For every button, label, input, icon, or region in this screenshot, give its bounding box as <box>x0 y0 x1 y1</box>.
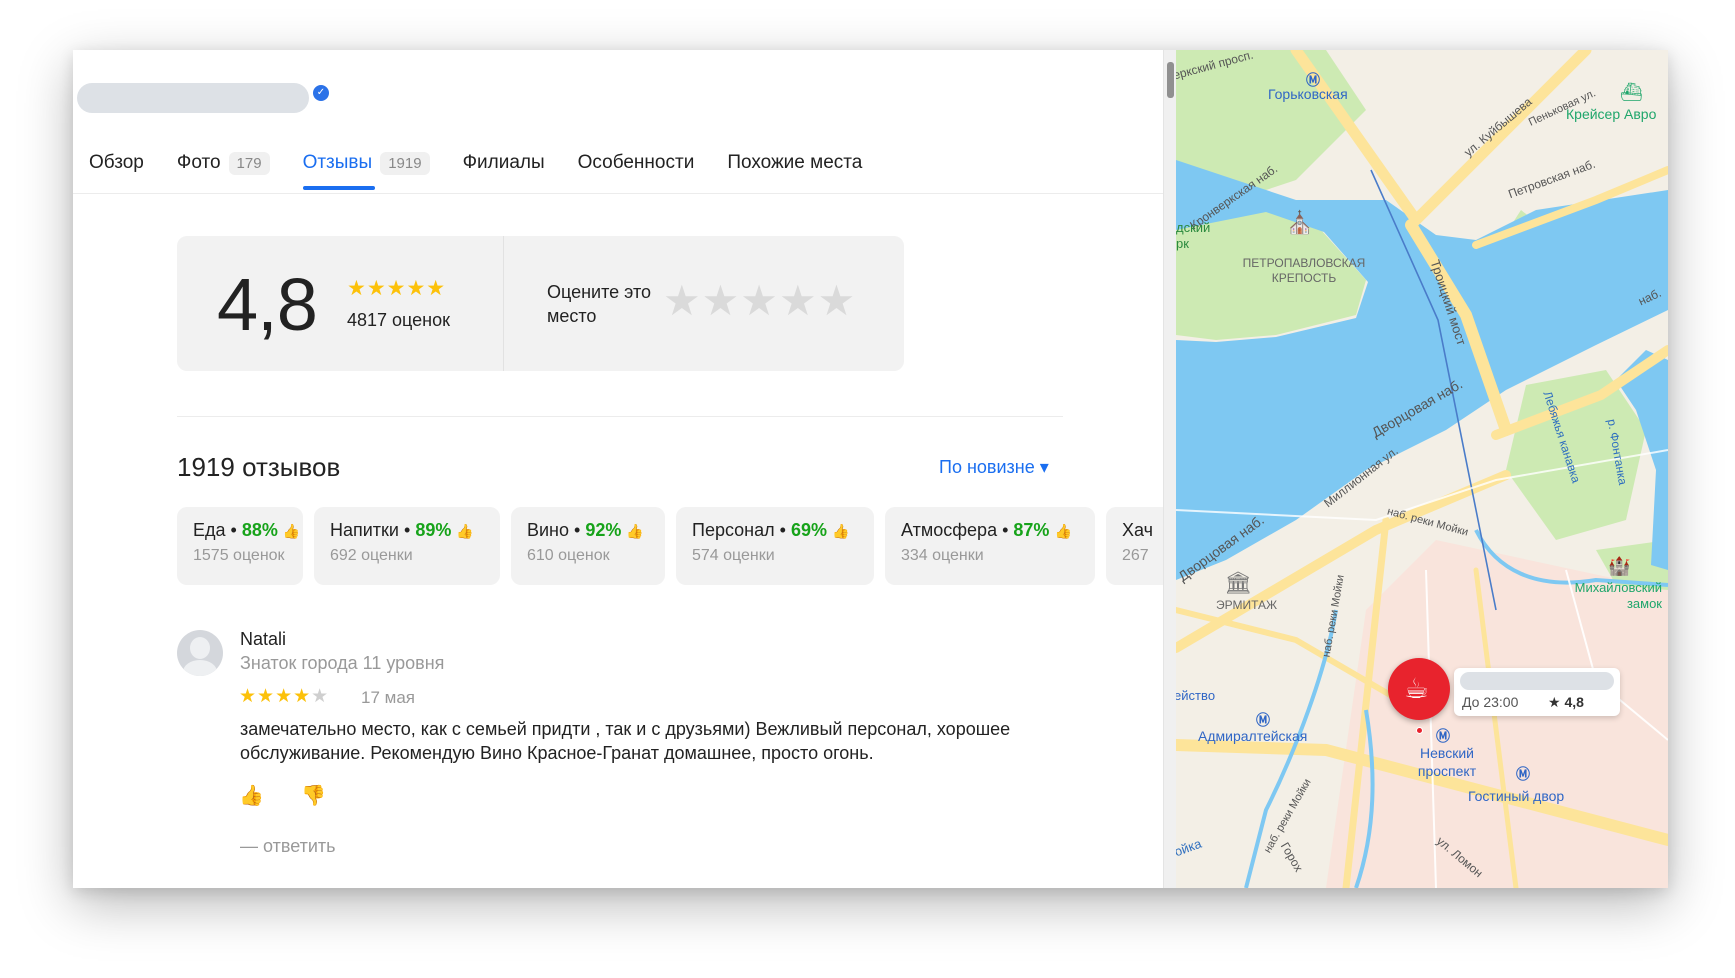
map-label-nevsky: Невский проспект <box>1417 745 1477 779</box>
metro-icon: Ⓜ <box>1516 766 1530 782</box>
place-rating: ★ 4,8 <box>1548 694 1584 710</box>
fortress-icon: ⛪ <box>1286 210 1314 235</box>
tab-label: Отзывы <box>302 152 373 173</box>
review-author[interactable]: Natali <box>240 629 286 650</box>
aspect-percent: 89% <box>415 520 452 540</box>
dislike-button[interactable]: 👎 <box>301 783 326 808</box>
aspect-name: Вино <box>527 520 570 540</box>
reply-link[interactable]: — ответить <box>240 836 336 857</box>
tab-overview[interactable]: Обзор <box>89 142 144 184</box>
place-card-panel: ✓ Обзор Фото 179 Отзывы 1919 Филиалы Особе… <box>73 50 1163 888</box>
place-tabs: Обзор Фото 179 Отзывы 1919 Филиалы Особенн… <box>89 142 895 190</box>
map-label-park: дский рк <box>1176 220 1211 251</box>
review-stars: ★★★★★ <box>239 686 330 707</box>
metro-icon: Ⓜ <box>1436 728 1450 744</box>
place-marker-badge[interactable]: До 23:00 ★ 4,8 <box>1454 668 1620 716</box>
rating-summary-card: 4,8 ★★★★★ 4817 оценок Оцените это место … <box>177 236 904 371</box>
museum-icon: ⛴ <box>1620 82 1643 102</box>
verified-badge-icon: ✓ <box>313 85 329 101</box>
thumb-up-icon: 👍 <box>1054 523 1072 539</box>
place-name-placeholder <box>1460 672 1614 690</box>
castle-icon: 🏰 <box>1608 556 1631 576</box>
aspect-chip[interactable]: Вино • 92% 👍 610 оценок <box>511 507 665 585</box>
sort-dropdown[interactable]: По новизне ▾ <box>939 457 1049 478</box>
tab-label: Фото <box>176 152 221 173</box>
thumb-up-icon: 👍 <box>456 523 474 539</box>
map-view[interactable]: Ⓜ Горьковская ⛴ Крейсер Авро ул. Куйбыше… <box>1176 50 1668 888</box>
tab-label: Обзор <box>89 152 144 173</box>
tab-branches[interactable]: Филиалы <box>463 142 545 184</box>
aspect-chip[interactable]: Хач 267 <box>1106 507 1163 585</box>
aspect-name: Напитки <box>330 520 399 540</box>
aspect-count: 1575 оценок <box>193 547 285 564</box>
average-rating-stars: ★★★★★ <box>347 277 447 300</box>
aspect-percent: 69% <box>790 520 827 540</box>
tab-label: Филиалы <box>462 152 545 173</box>
scrollbar-thumb[interactable] <box>1167 62 1174 98</box>
aspect-percent: 88% <box>241 520 278 540</box>
average-rating: 4,8 <box>217 263 318 346</box>
metro-icon: Ⓜ <box>1256 712 1270 728</box>
aspect-count: 574 оценки <box>692 547 775 564</box>
aspect-chip[interactable]: Атмосфера • 87% 👍 334 оценки <box>885 507 1095 585</box>
aspect-chip[interactable]: Еда • 88% 👍 1575 оценок <box>177 507 303 585</box>
review-date: 17 мая <box>361 688 415 707</box>
place-hours: До 23:00 <box>1462 694 1519 710</box>
avatar[interactable] <box>177 630 223 676</box>
aspect-name: Персонал <box>692 520 775 540</box>
aspect-count: 692 оценки <box>330 547 413 564</box>
map-label-hermitage: ЭРМИТАЖ <box>1216 598 1278 612</box>
app-window: ✓ Обзор Фото 179 Отзывы 1919 Филиалы Особе… <box>73 50 1668 888</box>
aspect-percent: 87% <box>1013 520 1050 540</box>
rate-prompt: Оцените это место <box>547 282 652 326</box>
map-label-admiralteyskaya: Адмиралтейская <box>1198 728 1308 744</box>
map-label-deistvo: ействo <box>1176 688 1216 703</box>
aspect-chip[interactable]: Напитки • 89% 👍 692 оценки <box>314 507 500 585</box>
aspect-count: 267 <box>1122 547 1149 564</box>
place-marker-pin[interactable]: ☕ <box>1388 658 1450 720</box>
tab-photos[interactable]: Фото 179 <box>177 142 270 184</box>
place-title-placeholder <box>77 83 309 113</box>
aspect-count: 610 оценок <box>527 547 610 564</box>
thumb-up-icon: 👍 <box>832 523 850 539</box>
map-label-gorkovskaya: Горьковская <box>1268 86 1348 102</box>
thumb-up-icon: 👍 <box>282 523 301 539</box>
tab-reviews[interactable]: Отзывы 1919 <box>302 142 430 190</box>
review-text: замечательно место, как с семьей придти … <box>240 719 1011 763</box>
tab-label: Особенности <box>577 152 695 173</box>
aspect-chips: Еда • 88% 👍 1575 оценок Напитки • 89% 👍 … <box>177 507 1163 585</box>
place-marker-dot <box>1416 727 1423 734</box>
aspect-count: 334 оценки <box>901 547 984 564</box>
map-label-gostiny: Гостиный двор <box>1468 788 1565 804</box>
map-label-mikhailovsky: Михайловский замок <box>1574 580 1662 611</box>
thumb-up-icon: 👍 <box>626 523 644 539</box>
museum-building-icon: 🏛 <box>1224 570 1252 595</box>
tab-label: Похожие места <box>727 152 863 173</box>
map-label-fortress: ПЕТРОПАВЛОВСКАЯ КРЕПОСТЬ <box>1242 256 1366 285</box>
tab-count: 179 <box>228 151 270 175</box>
aspect-name: Хач <box>1122 520 1153 540</box>
like-button[interactable]: 👍 <box>239 783 264 808</box>
tab-count: 1919 <box>380 151 430 175</box>
reviews-count-title: 1919 отзывов <box>177 452 341 482</box>
author-level: Знаток города 11 уровня <box>240 653 445 673</box>
aspect-name: Еда <box>193 520 226 540</box>
coffee-cup-icon: ☕ <box>1404 673 1430 704</box>
aspect-percent: 92% <box>585 520 622 540</box>
map-label-kreiser: Крейсер Авро <box>1566 106 1657 122</box>
panel-scrollbar[interactable] <box>1163 50 1176 888</box>
ratings-count: 4817 оценок <box>347 310 450 330</box>
tabs-divider <box>73 193 1163 194</box>
tab-features[interactable]: Особенности <box>578 142 695 184</box>
tab-similar-places[interactable]: Похожие места <box>727 142 862 184</box>
section-divider <box>177 416 1063 417</box>
aspect-chip[interactable]: Персонал • 69% 👍 574 оценки <box>676 507 874 585</box>
rate-place-stars[interactable]: ★★★★★ <box>663 280 856 322</box>
card-divider <box>503 236 504 371</box>
aspect-name: Атмосфера <box>901 520 998 540</box>
